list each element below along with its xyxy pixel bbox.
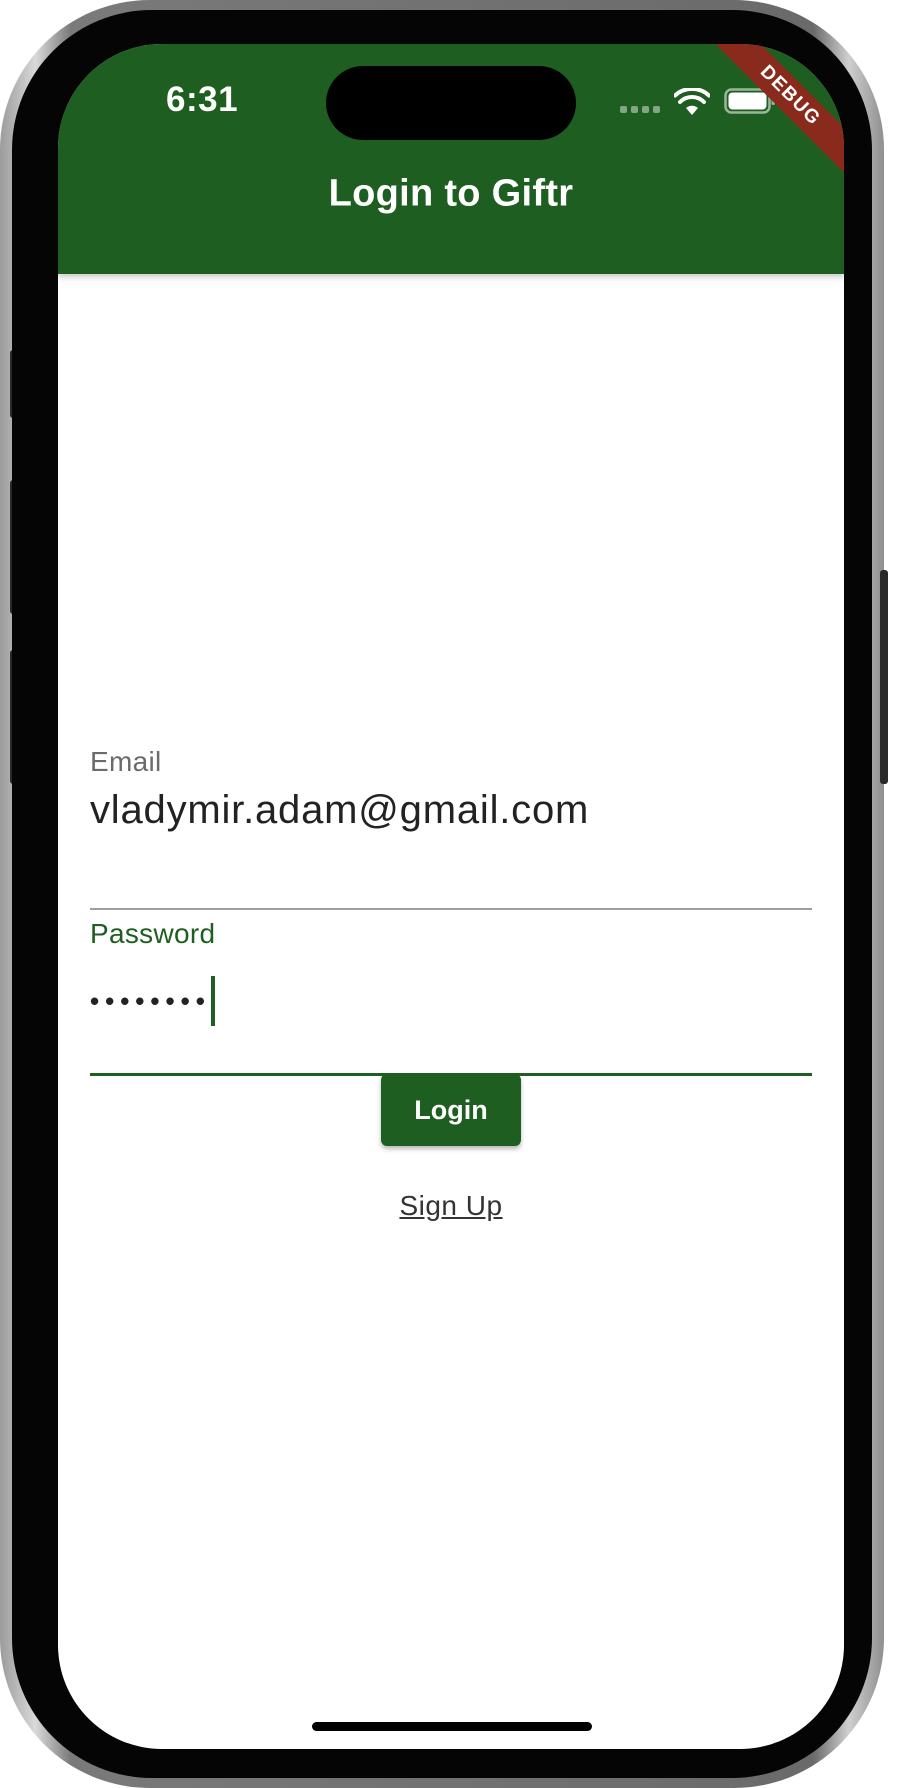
password-input[interactable]: •••••••• [90, 976, 215, 1026]
email-field[interactable]: Email vladymir.adam@gmail.com [90, 746, 812, 910]
password-field[interactable]: Password •••••••• [90, 914, 812, 1076]
phone-frame: 6:31 Login to Giftr DEBUG Email vladymir… [0, 0, 888, 1788]
password-masked-text: •••••••• [90, 985, 211, 1016]
wifi-icon [674, 88, 710, 115]
cellular-signal-icon [620, 106, 660, 113]
power-button [880, 570, 888, 784]
home-indicator[interactable] [312, 1722, 592, 1731]
sign-up-link[interactable]: Sign Up [58, 1190, 844, 1222]
app-bar: 6:31 Login to Giftr [58, 44, 844, 274]
page-title: Login to Giftr [328, 172, 574, 215]
email-label: Email [90, 746, 162, 777]
dynamic-island [326, 66, 576, 140]
password-label: Password [90, 918, 216, 949]
status-time: 6:31 [166, 80, 239, 119]
login-button[interactable]: Login [381, 1074, 521, 1146]
email-input[interactable]: vladymir.adam@gmail.com [90, 788, 589, 833]
text-cursor [210, 976, 215, 1026]
screen: 6:31 Login to Giftr DEBUG Email vladymir… [58, 44, 844, 1749]
